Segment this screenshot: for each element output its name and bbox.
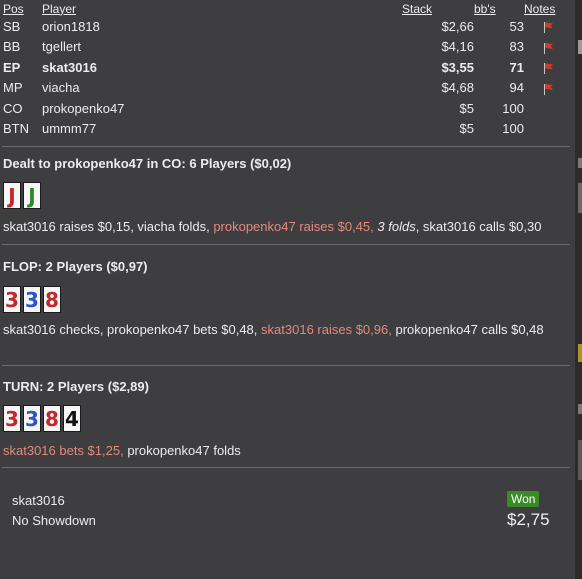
flop-title: FLOP: 2 Players ($0,97) bbox=[3, 259, 148, 274]
player-position: EP bbox=[3, 59, 21, 75]
player-bbs: 100 bbox=[502, 100, 524, 116]
action-text-highlight: skat3016 raises $0,96, bbox=[261, 322, 392, 337]
note-flag-icon[interactable] bbox=[542, 42, 554, 54]
card: 3 bbox=[3, 405, 21, 432]
player-position: SB bbox=[3, 18, 21, 34]
player-bbs: 53 bbox=[509, 18, 524, 34]
card: J bbox=[3, 182, 21, 209]
player-row[interactable]: CO prokopenko47 $5 100 bbox=[2, 98, 572, 119]
player-stack: $4,16 bbox=[441, 39, 474, 55]
strip-mark bbox=[578, 158, 582, 168]
card: 3 bbox=[3, 286, 21, 313]
player-notes[interactable] bbox=[524, 119, 572, 140]
turn-action: skat3016 bets $1,25, prokopenko47 folds bbox=[3, 441, 563, 460]
hand-history-panel: Pos Player Stack bb's Notes SB orion1818… bbox=[0, 0, 575, 579]
player-stack: $5 bbox=[459, 100, 474, 116]
player-name[interactable]: tgellert bbox=[42, 37, 402, 58]
player-notes[interactable] bbox=[524, 98, 572, 119]
card: 3 bbox=[23, 286, 41, 313]
strip-mark bbox=[578, 404, 582, 414]
player-notes[interactable] bbox=[524, 78, 572, 99]
player-bbs: 100 bbox=[502, 121, 524, 137]
turn-cards: 3 3 8 4 bbox=[3, 405, 81, 432]
hole-cards: J J bbox=[3, 182, 41, 209]
winner-name[interactable]: skat3016 bbox=[12, 493, 65, 508]
player-name[interactable]: ummm77 bbox=[42, 119, 402, 140]
notes-header[interactable]: Notes bbox=[524, 1, 572, 16]
divider bbox=[2, 146, 570, 147]
action-text: , skat3016 calls $0,30 bbox=[415, 219, 542, 234]
player-name[interactable]: skat3016 bbox=[42, 57, 402, 78]
bbs-header[interactable]: bb's bbox=[474, 1, 524, 16]
player-row-hero[interactable]: EP skat3016 $3,55 71 bbox=[2, 57, 572, 78]
card: J bbox=[23, 182, 41, 209]
card: 8 bbox=[43, 286, 61, 313]
player-position: BTN bbox=[3, 121, 29, 137]
won-badge: Won bbox=[507, 491, 540, 507]
divider bbox=[2, 244, 570, 245]
player-bbs: 71 bbox=[509, 59, 524, 75]
player-stack: $2,66 bbox=[441, 18, 474, 34]
card: 3 bbox=[23, 405, 41, 432]
action-text-highlight: skat3016 bets $1,25, bbox=[3, 443, 124, 458]
player-name[interactable]: prokopenko47 bbox=[42, 98, 402, 119]
strip-mark bbox=[578, 440, 582, 480]
player-bbs: 94 bbox=[509, 80, 524, 96]
scrollbar-strip[interactable] bbox=[575, 0, 582, 579]
players-table: Pos Player Stack bb's Notes SB orion1818… bbox=[2, 1, 572, 139]
action-text-italic: 3 folds bbox=[377, 219, 416, 234]
player-notes[interactable] bbox=[524, 57, 572, 78]
note-flag-icon[interactable] bbox=[542, 21, 554, 34]
player-name[interactable]: viacha bbox=[42, 78, 402, 99]
player-row[interactable]: SB orion1818 $2,66 53 bbox=[2, 16, 572, 37]
player-stack: $5 bbox=[459, 121, 474, 137]
strip-mark bbox=[578, 183, 582, 213]
player-position: BB bbox=[3, 39, 21, 55]
action-text: skat3016 checks, prokopenko47 bets $0,48… bbox=[3, 322, 258, 337]
player-position: CO bbox=[3, 100, 23, 116]
strip-mark bbox=[578, 344, 582, 362]
strip-mark bbox=[578, 40, 582, 54]
flop-action: skat3016 checks, prokopenko47 bets $0,48… bbox=[3, 320, 563, 339]
divider bbox=[2, 365, 570, 366]
player-row[interactable]: BTN ummm77 $5 100 bbox=[2, 119, 572, 140]
preflop-action: skat3016 raises $0,15, viacha folds, pro… bbox=[3, 217, 563, 236]
pos-header[interactable]: Pos bbox=[2, 1, 42, 16]
player-header[interactable]: Player bbox=[42, 1, 402, 16]
action-text: prokopenko47 calls $0,48 bbox=[395, 322, 544, 337]
card: 8 bbox=[43, 405, 61, 432]
note-flag-icon[interactable] bbox=[542, 62, 554, 75]
player-row[interactable]: BB tgellert $4,16 83 bbox=[2, 37, 572, 58]
note-flag-icon[interactable] bbox=[542, 83, 554, 95]
action-text: prokopenko47 folds bbox=[127, 443, 241, 458]
card: 4 bbox=[63, 405, 81, 432]
players-header-row: Pos Player Stack bb's Notes bbox=[2, 1, 572, 16]
player-stack: $4,68 bbox=[441, 80, 474, 96]
player-bbs: 83 bbox=[509, 39, 524, 55]
result-detail: No Showdown bbox=[12, 513, 96, 528]
player-notes[interactable] bbox=[524, 37, 572, 58]
action-text-highlight: prokopenko47 raises $0,45, bbox=[213, 219, 374, 234]
player-notes[interactable] bbox=[524, 16, 572, 37]
flop-cards: 3 3 8 bbox=[3, 286, 61, 313]
action-text: skat3016 raises $0,15, viacha folds, bbox=[3, 219, 210, 234]
turn-title: TURN: 2 Players ($2,89) bbox=[3, 379, 149, 394]
divider bbox=[2, 467, 570, 468]
stack-header[interactable]: Stack bbox=[402, 1, 474, 16]
player-row[interactable]: MP viacha $4,68 94 bbox=[2, 78, 572, 99]
preflop-title: Dealt to prokopenko47 in CO: 6 Players (… bbox=[3, 156, 292, 171]
player-stack: $3,55 bbox=[441, 59, 474, 75]
won-amount: $2,75 bbox=[507, 510, 550, 529]
player-name[interactable]: orion1818 bbox=[42, 16, 402, 37]
player-position: MP bbox=[3, 80, 23, 96]
